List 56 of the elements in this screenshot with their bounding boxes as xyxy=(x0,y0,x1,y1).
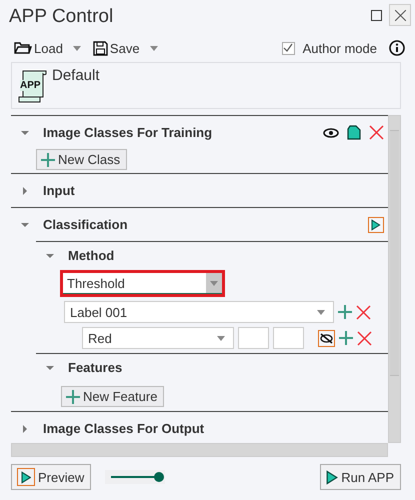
pentagon-icon[interactable] xyxy=(347,125,361,140)
close-icon xyxy=(394,10,406,20)
expand-arrow-icon[interactable] xyxy=(46,254,54,258)
caret-icon xyxy=(210,280,218,286)
hidden-eye-icon xyxy=(320,332,333,344)
load-button[interactable]: Load xyxy=(14,40,63,56)
label-dropdown[interactable]: Label 001 xyxy=(64,301,334,323)
preview-button[interactable]: Preview xyxy=(11,464,92,490)
section-title: Input xyxy=(43,183,76,198)
new-feature-button[interactable]: New Feature xyxy=(61,386,164,407)
delete-icon[interactable] xyxy=(369,125,384,140)
plus-icon xyxy=(41,152,55,166)
input-field[interactable] xyxy=(273,327,304,349)
eye-icon[interactable] xyxy=(323,128,339,138)
play-icon xyxy=(20,470,32,484)
plus-icon xyxy=(66,390,80,404)
delete-icon[interactable] xyxy=(356,304,371,320)
add-icon[interactable] xyxy=(338,305,352,319)
caret-icon[interactable] xyxy=(72,46,81,50)
section-title: Features xyxy=(68,360,124,375)
expand-arrow-icon[interactable] xyxy=(21,130,29,134)
section-title: Method xyxy=(68,248,116,263)
expand-arrow-icon[interactable] xyxy=(21,222,29,226)
author-mode-checkbox[interactable] xyxy=(282,42,295,54)
caret-icon xyxy=(217,336,225,340)
section-title: Image Classes For Output xyxy=(43,421,206,436)
expand-arrow-icon[interactable] xyxy=(46,366,54,370)
channel-dropdown[interactable]: Red xyxy=(82,327,234,349)
preset-name: Default xyxy=(52,67,100,84)
vertical-scrollbar[interactable] xyxy=(388,115,401,443)
folder-icon xyxy=(14,41,32,55)
input-field[interactable] xyxy=(238,327,269,349)
horizontal-scrollbar[interactable] xyxy=(11,443,388,457)
play-icon xyxy=(371,218,381,230)
slider-thumb[interactable] xyxy=(154,472,164,482)
hide-button[interactable] xyxy=(318,330,335,346)
caret-icon[interactable] xyxy=(150,46,158,50)
info-icon[interactable] xyxy=(389,40,405,56)
slider-track[interactable] xyxy=(105,470,166,484)
play-icon xyxy=(326,470,338,484)
run-app-button[interactable]: Run APP xyxy=(320,464,401,490)
expand-arrow-icon[interactable] xyxy=(23,424,27,432)
save-button[interactable]: Save xyxy=(92,40,140,56)
square-icon xyxy=(370,10,382,20)
expand-arrow-icon[interactable] xyxy=(23,186,27,194)
close-button[interactable] xyxy=(389,4,411,26)
new-class-button[interactable]: New Class xyxy=(36,149,128,170)
add-icon[interactable] xyxy=(339,331,353,345)
section-title: Classification xyxy=(43,217,129,232)
section-title: Image Classes For Training xyxy=(43,125,214,140)
run-step-button[interactable] xyxy=(368,216,384,232)
window-title: APP Control xyxy=(9,5,114,28)
checkbox-label: Author mode xyxy=(302,40,377,56)
delete-icon[interactable] xyxy=(357,330,372,346)
method-dropdown[interactable]: Threshold xyxy=(60,270,225,297)
caret-icon xyxy=(317,310,325,314)
